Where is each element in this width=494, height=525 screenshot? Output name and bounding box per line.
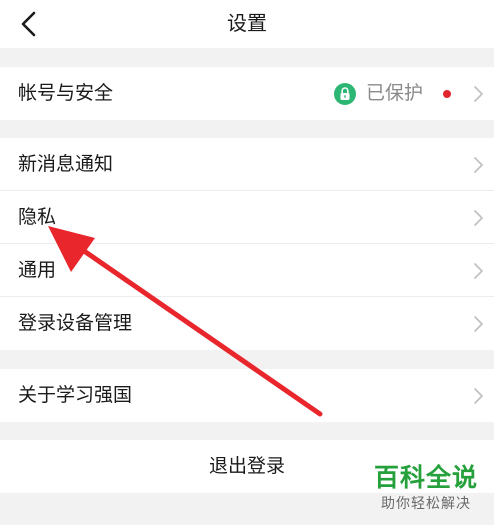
settings-item-general[interactable]: 通用 [0, 244, 494, 297]
settings-item-label: 隐私 [18, 206, 57, 228]
lock-icon [334, 83, 356, 105]
chevron-right-icon [474, 263, 483, 279]
settings-item-label: 通用 [18, 259, 57, 281]
watermark-logo: 百科全说 助你轻松解决 [362, 462, 490, 520]
chevron-right-icon [474, 388, 483, 404]
nav-header: 设置 [0, 0, 494, 48]
watermark-subtitle: 助你轻松解决 [381, 496, 471, 512]
settings-item-label: 新消息通知 [18, 153, 114, 175]
chevron-right-icon [474, 86, 483, 102]
settings-item-label: 帐号与安全 [18, 82, 114, 104]
about-group: 关于学习强国 [0, 369, 494, 422]
page-title: 设置 [227, 11, 267, 35]
security-status: 已保护 [366, 82, 424, 104]
settings-item-account-security[interactable]: 帐号与安全 已保护 [0, 67, 494, 120]
chevron-right-icon [474, 316, 483, 332]
notification-dot [443, 90, 451, 98]
chevron-right-icon [474, 210, 483, 226]
settings-item-label: 关于学习强国 [18, 384, 133, 406]
settings-group: 新消息通知 隐私 通用 登录设备管理 [0, 138, 494, 350]
settings-item-device-management[interactable]: 登录设备管理 [0, 297, 494, 350]
watermark-title: 百科全说 [373, 463, 478, 492]
settings-item-label: 登录设备管理 [18, 312, 133, 334]
settings-item-privacy[interactable]: 隐私 [0, 191, 494, 244]
settings-item-about[interactable]: 关于学习强国 [0, 369, 494, 422]
chevron-right-icon [474, 157, 483, 173]
account-group: 帐号与安全 已保护 [0, 67, 494, 120]
settings-item-notifications[interactable]: 新消息通知 [0, 138, 494, 191]
